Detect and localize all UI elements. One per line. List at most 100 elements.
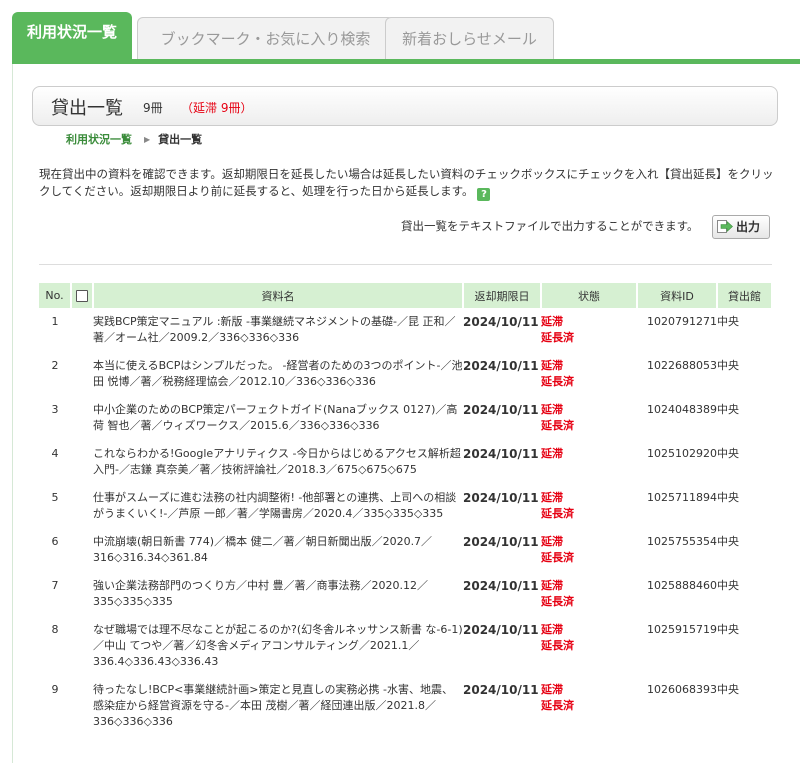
loan-table: No. 資料名 返却期限日 状態 資料ID 貸出館 1 実践BCP策定マニュアル … [39, 283, 771, 736]
row-select-cell [71, 616, 93, 676]
status-overdue: 延滞 [541, 683, 563, 696]
status-overdue: 延滞 [541, 623, 563, 636]
branch: 中央 [717, 623, 739, 636]
tab-bookmark-search[interactable]: ブックマーク・お気に入り検索 [137, 17, 394, 60]
table-row: 8 なぜ職場では理不尽なことが起こるのか?(幻冬舎ルネッサンス新書 な-6-1)／… [39, 616, 771, 676]
branch: 中央 [717, 403, 739, 416]
export-button[interactable]: 出力 [712, 215, 770, 239]
status-extended: 延長済 [541, 639, 574, 652]
item-title-link[interactable]: 中小企業のためのBCP策定パーフェクトガイド(Nanaブックス 0127)／高荷… [93, 403, 457, 432]
status-overdue: 延滞 [541, 359, 563, 372]
description-text: 現在貸出中の資料を確認できます。返却期限日を延長したい場合は延長したい資料のチェ… [39, 167, 774, 198]
status-overdue: 延滞 [541, 447, 563, 460]
item-title-link[interactable]: 中流崩壊(朝日新書 774)／橋本 健二／著／朝日新聞出版／2020.7／316… [93, 535, 432, 564]
loan-count: 9冊 [143, 101, 163, 115]
row-number: 9 [51, 683, 59, 696]
status-extended: 延長済 [541, 699, 574, 712]
due-date: 2024/10/11 [463, 359, 539, 373]
tab-band [12, 59, 800, 64]
status-overdue: 延滞 [541, 491, 563, 504]
item-id: 1025711894 [647, 491, 717, 504]
due-date: 2024/10/11 [463, 683, 539, 697]
status-extended: 延長済 [541, 331, 574, 344]
item-id: 1025915719 [647, 623, 717, 636]
branch: 中央 [717, 683, 739, 696]
status-cell: 延滞 延長済 [541, 572, 637, 616]
item-title-cell: 本当に使えるBCPはシンプルだった。 -経営者のための3つのポイント-／池田 悦… [93, 352, 463, 396]
item-id: 1026068393 [647, 683, 717, 696]
item-title-link[interactable]: なぜ職場では理不尽なことが起こるのか?(幻冬舎ルネッサンス新書 な-6-1)／中… [93, 623, 463, 668]
tab-new-arrival-mail[interactable]: 新着おしらせメール [385, 17, 554, 60]
due-date: 2024/10/11 [463, 315, 539, 329]
item-title-cell: 中小企業のためのBCP策定パーフェクトガイド(Nanaブックス 0127)／高荷… [93, 396, 463, 440]
row-number: 6 [51, 535, 59, 548]
tab-usage-list[interactable]: 利用状況一覧 [12, 12, 132, 60]
item-id: 1020791271 [647, 315, 717, 328]
header-title: 資料名 [93, 283, 464, 308]
table-row: 2 本当に使えるBCPはシンプルだった。 -経営者のための3つのポイント-／池田 … [39, 352, 771, 396]
description: 現在貸出中の資料を確認できます。返却期限日を延長したい場合は延長したい資料のチェ… [39, 166, 777, 201]
due-date: 2024/10/11 [463, 623, 539, 637]
header-due-date: 返却期限日 [463, 283, 542, 308]
header-branch: 貸出館 [717, 283, 771, 308]
status-cell: 延滞 延長済 [541, 352, 637, 396]
row-select-cell [71, 396, 93, 440]
table-row: 4 これならわかる!Googleアナリティクス -今日からはじめるアクセス解析超入… [39, 440, 771, 484]
divider [39, 264, 772, 265]
item-title-cell: 待ったなし!BCP<事業継続計画>策定と見直しの実務必携 -水害、地震、感染症か… [93, 676, 463, 736]
item-title-link[interactable]: 待ったなし!BCP<事業継続計画>策定と見直しの実務必携 -水害、地震、感染症か… [93, 683, 453, 728]
item-id: 1025888460 [647, 579, 717, 592]
row-select-cell [71, 528, 93, 572]
header-item-id: 資料ID [637, 283, 718, 308]
branch: 中央 [717, 579, 739, 592]
status-extended: 延長済 [541, 595, 574, 608]
item-id: 1025102920 [647, 447, 717, 460]
breadcrumb-separator-icon: ▶ [144, 135, 151, 144]
export-note: 貸出一覧をテキストファイルで出力することができます。 [401, 219, 699, 233]
branch: 中央 [717, 491, 739, 504]
table-row: 1 実践BCP策定マニュアル :新版 -事業継続マネジメントの基礎-／昆 正和／著… [39, 308, 771, 352]
branch: 中央 [717, 315, 739, 328]
item-title-link[interactable]: 実践BCP策定マニュアル :新版 -事業継続マネジメントの基礎-／昆 正和／著／… [93, 315, 455, 344]
export-button-label: 出力 [736, 220, 761, 234]
select-all-checkbox[interactable] [76, 290, 88, 302]
item-title-link[interactable]: 本当に使えるBCPはシンプルだった。 -経営者のための3つのポイント-／池田 悦… [93, 359, 462, 388]
row-number: 4 [51, 447, 59, 460]
help-icon[interactable]: ? [477, 188, 491, 201]
row-number: 1 [51, 315, 59, 328]
header-select-all [71, 283, 94, 308]
item-title-cell: 仕事がスムーズに進む法務の社内調整術! -他部署との連携、上司への相談がうまくい… [93, 484, 463, 528]
page-title-box: 貸出一覧 9冊 （延滞 9冊） [32, 86, 778, 126]
item-title-link[interactable]: 仕事がスムーズに進む法務の社内調整術! -他部署との連携、上司への相談がうまくい… [93, 491, 456, 520]
due-date: 2024/10/11 [463, 447, 539, 461]
status-cell: 延滞 延長済 [541, 616, 637, 676]
item-title-cell: 強い企業法務部門のつくり方／中村 豊／著／商事法務／2020.12／335◇33… [93, 572, 463, 616]
table-header-row: No. 資料名 返却期限日 状態 資料ID 貸出館 [39, 283, 771, 308]
item-title-link[interactable]: 強い企業法務部門のつくり方／中村 豊／著／商事法務／2020.12／335◇33… [93, 579, 428, 608]
status-overdue: 延滞 [541, 535, 563, 548]
item-id: 1024048389 [647, 403, 717, 416]
item-title-link[interactable]: これならわかる!Googleアナリティクス -今日からはじめるアクセス解析超入門… [93, 447, 461, 476]
status-extended: 延長済 [541, 375, 574, 388]
overdue-count: （延滞 9冊） [181, 101, 253, 115]
due-date: 2024/10/11 [463, 403, 539, 417]
row-select-cell [71, 484, 93, 528]
row-select-cell [71, 676, 93, 736]
table-row: 5 仕事がスムーズに進む法務の社内調整術! -他部署との連携、上司への相談がうまく… [39, 484, 771, 528]
breadcrumb-usage-list-link[interactable]: 利用状況一覧 [66, 133, 132, 146]
export-arrow-icon [717, 220, 733, 233]
row-select-cell [71, 308, 93, 352]
header-no: No. [39, 283, 72, 308]
branch: 中央 [717, 359, 739, 372]
row-number: 3 [51, 403, 59, 416]
item-title-cell: 実践BCP策定マニュアル :新版 -事業継続マネジメントの基礎-／昆 正和／著／… [93, 308, 463, 352]
status-cell: 延滞 延長済 [541, 528, 637, 572]
page-title: 貸出一覧 [51, 98, 123, 119]
item-title-cell: なぜ職場では理不尽なことが起こるのか?(幻冬舎ルネッサンス新書 な-6-1)／中… [93, 616, 463, 676]
branch: 中央 [717, 535, 739, 548]
status-cell: 延滞 延長済 [541, 676, 637, 736]
status-cell: 延滞 延長済 [541, 484, 637, 528]
status-overdue: 延滞 [541, 403, 563, 416]
status-extended: 延長済 [541, 419, 574, 432]
breadcrumb-current: 貸出一覧 [158, 133, 203, 146]
